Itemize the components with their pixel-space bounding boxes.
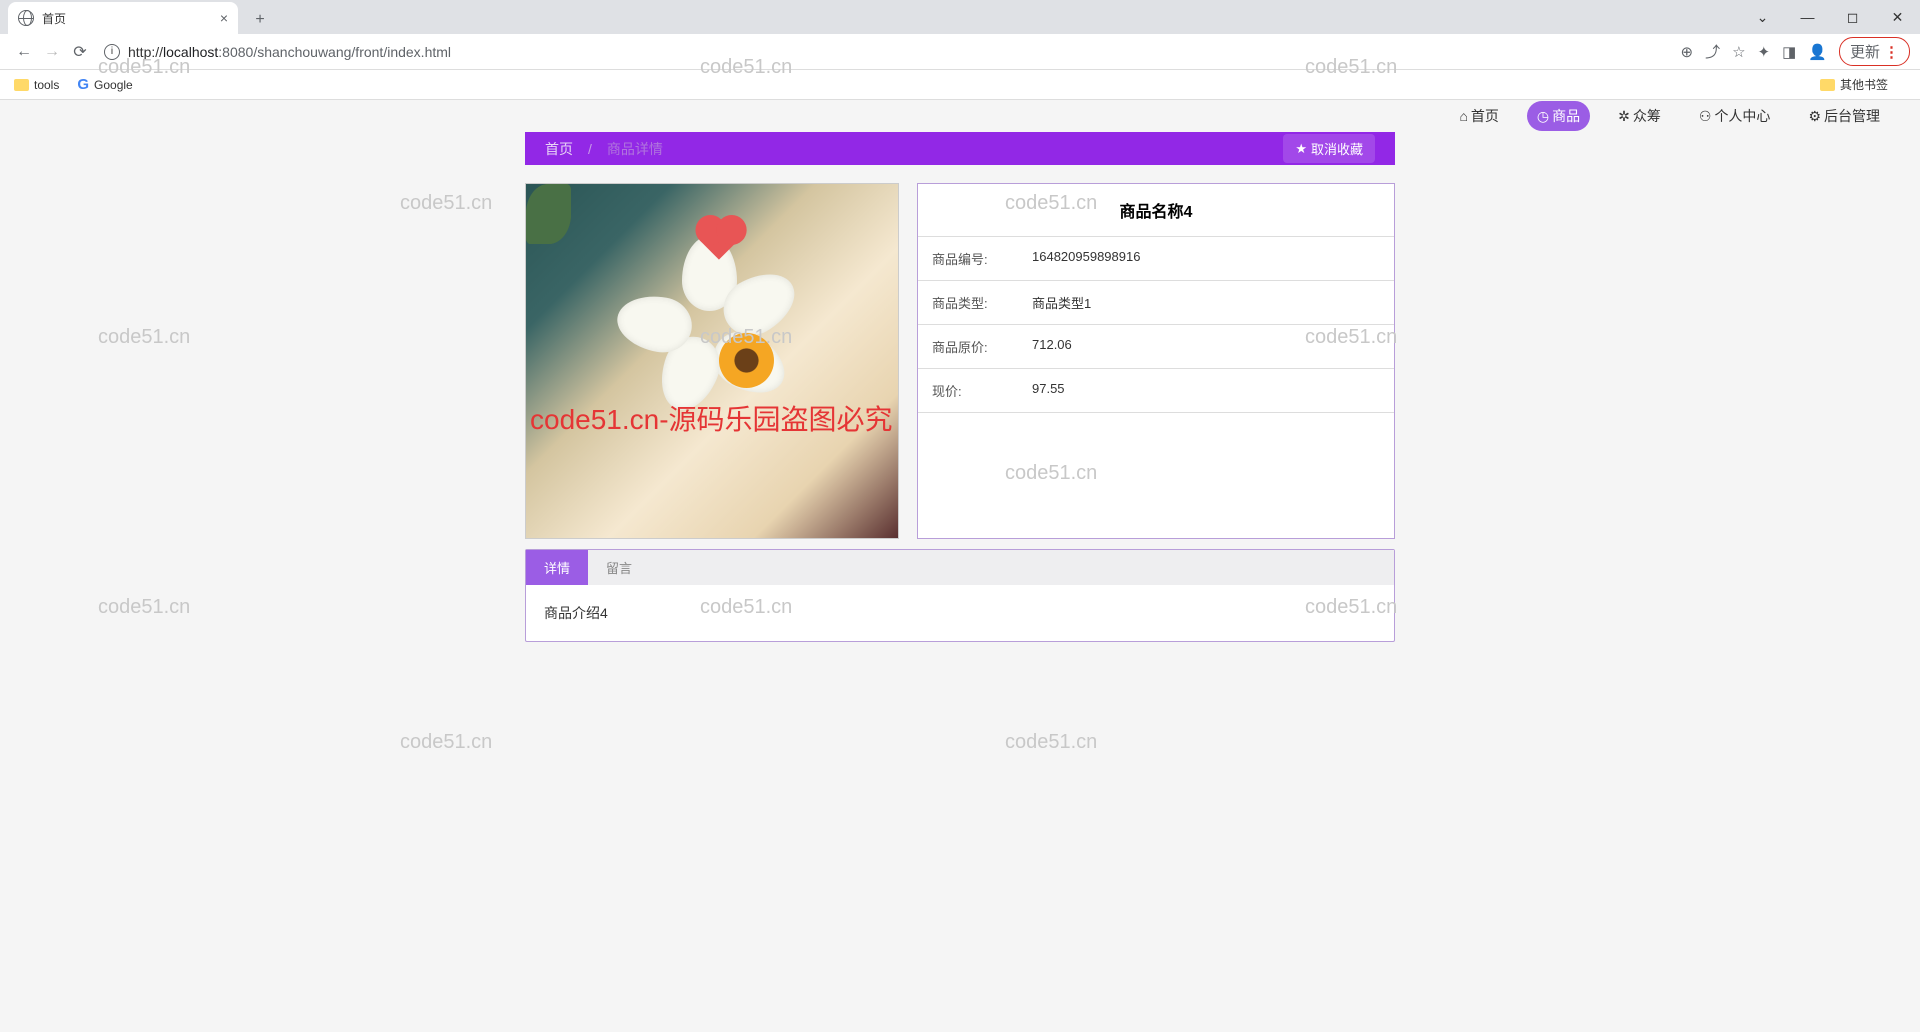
nav-crowdfund[interactable]: ✲众筹 bbox=[1608, 101, 1671, 131]
close-tab-icon[interactable]: × bbox=[220, 10, 228, 26]
bookmark-other[interactable]: 其他书签 bbox=[1820, 76, 1888, 93]
nav-admin[interactable]: ⚙后台管理 bbox=[1798, 101, 1890, 131]
info-row-origprice: 商品原价: 712.06 bbox=[918, 325, 1394, 369]
value-type: 商品类型1 bbox=[1032, 293, 1091, 312]
nav-home[interactable]: ⌂首页 bbox=[1449, 101, 1508, 131]
label-type: 商品类型: bbox=[932, 293, 1032, 312]
window-controls: ⌄ — ◻ ✕ bbox=[1740, 0, 1920, 34]
update-button[interactable]: 更新⋮ bbox=[1839, 37, 1910, 66]
breadcrumb-home[interactable]: 首页 bbox=[545, 139, 573, 159]
globe-icon bbox=[18, 10, 34, 26]
maximize-icon[interactable]: ◻ bbox=[1830, 2, 1875, 32]
browser-tab-bar: 首页 × + ⌄ — ◻ ✕ bbox=[0, 0, 1920, 34]
breadcrumb-separator: / bbox=[588, 141, 592, 157]
share-icon[interactable]: ⤴ bbox=[1705, 41, 1720, 62]
folder-icon bbox=[14, 79, 29, 91]
product-image bbox=[525, 183, 899, 539]
product-title: 商品名称4 bbox=[918, 184, 1394, 237]
reload-button[interactable]: ⟳ bbox=[66, 38, 94, 66]
browser-tab[interactable]: 首页 × bbox=[8, 2, 238, 34]
new-tab-button[interactable]: + bbox=[246, 6, 274, 34]
detail-panel: 详情 留言 商品介绍4 bbox=[525, 549, 1395, 642]
site-info-icon[interactable]: i bbox=[104, 44, 120, 60]
page-body: 首页 / 商品详情 ★取消收藏 商品名称4 商品编号: 164820959898… bbox=[0, 132, 1920, 1032]
info-row-price: 现价: 97.55 bbox=[918, 369, 1394, 413]
home-icon: ⌂ bbox=[1459, 108, 1467, 124]
label-origprice: 商品原价: bbox=[932, 337, 1032, 356]
bookmarks-bar: tools GGoogle 其他书签 bbox=[0, 70, 1920, 100]
sidepanel-icon[interactable]: ◨ bbox=[1782, 43, 1796, 61]
dropdown-icon[interactable]: ⌄ bbox=[1740, 2, 1785, 32]
bookmark-star-icon[interactable]: ☆ bbox=[1732, 43, 1745, 61]
address-bar: ← → ⟳ i http://localhost:8080/shanchouwa… bbox=[0, 34, 1920, 70]
url-input[interactable]: i http://localhost:8080/shanchouwang/fro… bbox=[104, 44, 1670, 60]
bookmark-tools[interactable]: tools bbox=[14, 78, 59, 92]
detail-content: 商品介绍4 bbox=[526, 585, 1394, 641]
star-icon: ★ bbox=[1295, 141, 1307, 157]
minimize-icon[interactable]: — bbox=[1785, 2, 1830, 32]
value-price: 97.55 bbox=[1032, 381, 1065, 400]
tab-comment[interactable]: 留言 bbox=[588, 550, 650, 585]
product-info-panel: 商品名称4 商品编号: 164820959898916 商品类型: 商品类型1 … bbox=[917, 183, 1395, 539]
sparkle-icon: ✲ bbox=[1618, 108, 1630, 125]
info-row-type: 商品类型: 商品类型1 bbox=[918, 281, 1394, 325]
profile-icon[interactable]: 👤 bbox=[1808, 43, 1827, 61]
extensions-icon[interactable]: ✦ bbox=[1758, 43, 1771, 61]
google-icon: G bbox=[77, 76, 89, 93]
label-price: 现价: bbox=[932, 381, 1032, 400]
clock-icon: ◷ bbox=[1537, 108, 1549, 125]
site-nav: ⌂首页 ◷商品 ✲众筹 ⚇个人中心 ⚙后台管理 bbox=[0, 100, 1920, 132]
forward-button[interactable]: → bbox=[38, 38, 66, 66]
link-icon: ⚙ bbox=[1808, 108, 1821, 125]
close-window-icon[interactable]: ✕ bbox=[1875, 2, 1920, 32]
value-id: 164820959898916 bbox=[1032, 249, 1140, 268]
tab-title: 首页 bbox=[42, 10, 66, 27]
zoom-icon[interactable]: ⊕ bbox=[1680, 43, 1693, 61]
person-icon: ⚇ bbox=[1699, 108, 1712, 125]
tab-detail[interactable]: 详情 bbox=[526, 550, 588, 585]
back-button[interactable]: ← bbox=[10, 38, 38, 66]
breadcrumb: 首页 / 商品详情 ★取消收藏 bbox=[525, 132, 1395, 165]
nav-product[interactable]: ◷商品 bbox=[1527, 101, 1590, 131]
cancel-favorite-button[interactable]: ★取消收藏 bbox=[1283, 134, 1375, 163]
bookmark-google[interactable]: GGoogle bbox=[77, 76, 132, 93]
detail-tabs: 详情 留言 bbox=[526, 550, 1394, 585]
folder-icon bbox=[1820, 79, 1835, 91]
nav-personal[interactable]: ⚇个人中心 bbox=[1689, 101, 1781, 131]
label-id: 商品编号: bbox=[932, 249, 1032, 268]
breadcrumb-current: 商品详情 bbox=[607, 139, 663, 159]
value-origprice: 712.06 bbox=[1032, 337, 1072, 356]
info-row-id: 商品编号: 164820959898916 bbox=[918, 237, 1394, 281]
